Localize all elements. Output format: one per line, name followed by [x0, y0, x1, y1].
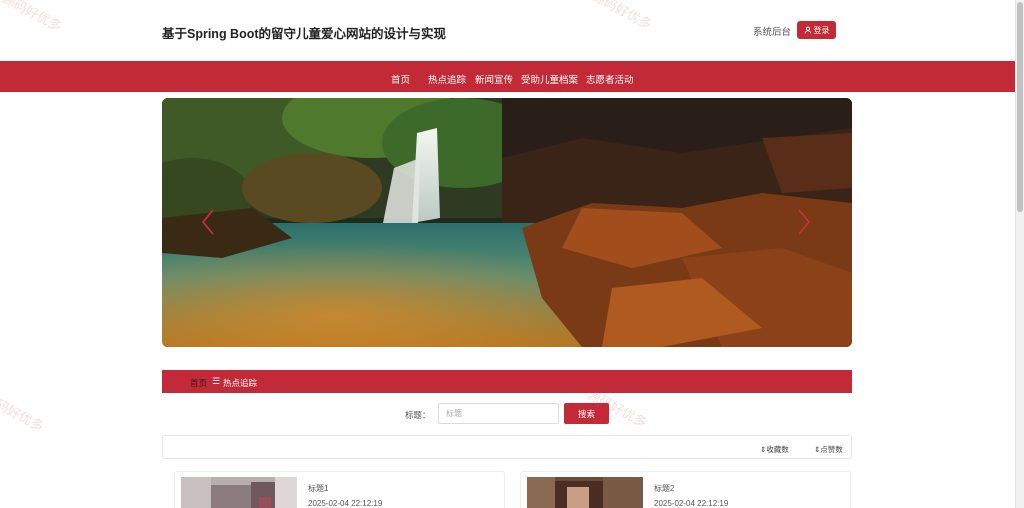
- nav-item-home[interactable]: 首页: [391, 72, 410, 86]
- site-title: 基于Spring Boot的留守儿童爱心网站的设计与实现: [162, 27, 447, 41]
- page: 基于Spring Boot的留守儿童爱心网站的设计与实现 系统后台 登录 首页 …: [0, 0, 1024, 508]
- nav-item-hot-tracking[interactable]: 热点追踪: [428, 72, 466, 86]
- user-icon: [804, 26, 811, 34]
- breadcrumb-current: 热点追踪: [223, 378, 258, 388]
- sort-favorites-label: 收藏数: [766, 445, 789, 454]
- main-nav: 首页 热点追踪 新闻宣传 受助儿童档案 志愿者活动: [0, 61, 1015, 92]
- card-title: 标题1: [308, 484, 329, 493]
- watermark: 源码好优多: [0, 390, 47, 435]
- breadcrumb: 首页 ☰ 热点追踪: [162, 370, 852, 393]
- card-title: 标题2: [654, 484, 675, 493]
- news-card[interactable]: 标题2 2025-02-04 22:12:19: [520, 471, 851, 508]
- sort-by-favorites-button[interactable]: ⇕收藏数: [760, 444, 789, 455]
- scrollbar-thumb[interactable]: [1017, 2, 1023, 212]
- banner-carousel[interactable]: [162, 98, 852, 347]
- admin-link[interactable]: 系统后台: [753, 24, 791, 38]
- title-search-input[interactable]: [438, 403, 559, 424]
- search-button[interactable]: 搜索: [564, 403, 609, 424]
- sort-by-likes-button[interactable]: ⇕点赞数: [814, 444, 843, 455]
- chevron-right-icon[interactable]: [796, 208, 812, 236]
- header: 基于Spring Boot的留守儿童爱心网站的设计与实现 系统后台 登录: [0, 0, 1015, 61]
- waterfall-landscape-image: [162, 98, 852, 347]
- nav-item-volunteer[interactable]: 志愿者活动: [586, 72, 634, 86]
- nav-item-child-archive[interactable]: 受助儿童档案: [521, 72, 578, 86]
- breadcrumb-separator-icon: ☰: [212, 376, 221, 386]
- sort-bar: ⇕收藏数 ⇕点赞数: [162, 435, 852, 459]
- sort-likes-label: 点赞数: [820, 445, 843, 454]
- news-card[interactable]: 标题1 2025-02-04 22:12:19: [174, 471, 505, 508]
- search-label: 标题：: [405, 410, 431, 420]
- breadcrumb-home[interactable]: 首页: [190, 377, 207, 389]
- login-button[interactable]: 登录: [797, 21, 836, 39]
- login-label: 登录: [813, 25, 830, 35]
- page-scrollbar[interactable]: [1015, 0, 1024, 508]
- card-date: 2025-02-04 22:12:19: [308, 499, 383, 508]
- card-thumbnail: [527, 477, 643, 508]
- card-thumbnail: [181, 477, 297, 508]
- nav-item-news[interactable]: 新闻宣传: [475, 72, 513, 86]
- chevron-left-icon[interactable]: [200, 208, 216, 236]
- card-date: 2025-02-04 22:12:19: [654, 499, 729, 508]
